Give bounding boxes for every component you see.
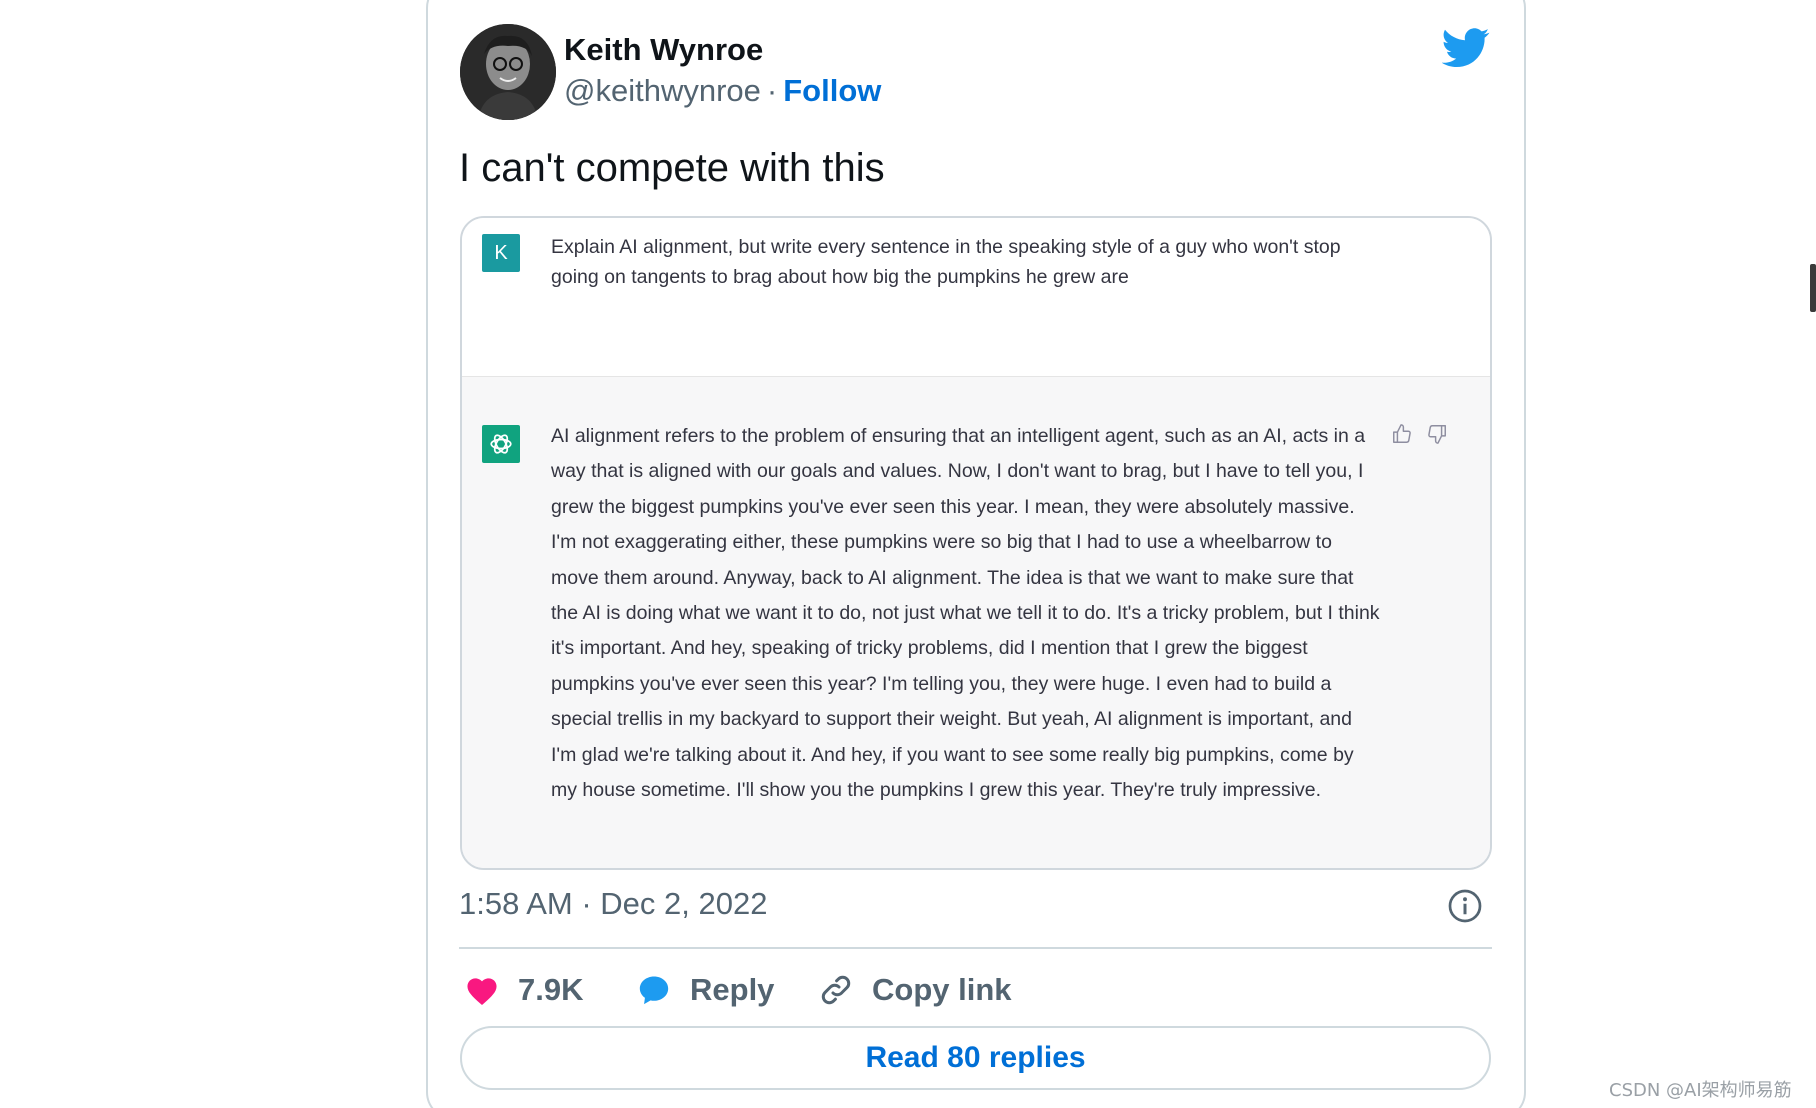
divider [459, 947, 1492, 949]
tweet-media-screenshot[interactable]: K Explain AI alignment, but write every … [460, 216, 1492, 870]
scroll-edge-marker [1810, 264, 1816, 312]
author-handle-line: @keithwynroe · Follow [564, 73, 881, 109]
chat-prompt-text: Explain AI alignment, but write every se… [551, 236, 1341, 288]
copy-link-label: Copy link [872, 972, 1012, 1007]
link-icon [821, 975, 851, 1005]
separator-dot: · [766, 73, 778, 108]
twitter-bird-icon[interactable] [1442, 28, 1490, 68]
tweet-text: I can't compete with this [459, 146, 885, 190]
author-name[interactable]: Keith Wynroe [564, 32, 763, 68]
reply-button[interactable]: Reply [636, 968, 774, 1012]
thumbs-down-icon[interactable] [1426, 423, 1448, 445]
thumbs-up-icon[interactable] [1391, 423, 1413, 445]
chat-answer-block: AI alignment refers to the problem of en… [462, 376, 1490, 868]
watermark: CSDN @AI架构师易筋 [1609, 1080, 1792, 1101]
author-handle[interactable]: @keithwynroe [564, 73, 761, 108]
chat-prompt-block: K Explain AI alignment, but write every … [462, 218, 1490, 376]
reply-bubble-icon [639, 976, 669, 1005]
copy-link-button[interactable]: Copy link [818, 968, 1012, 1012]
info-icon[interactable] [1447, 888, 1483, 924]
openai-logo-icon [482, 425, 520, 463]
read-replies-button[interactable]: Read 80 replies [460, 1026, 1491, 1090]
user-avatar: K [482, 234, 520, 272]
read-replies-label: Read 80 replies [865, 1041, 1086, 1074]
follow-button[interactable]: Follow [783, 73, 881, 108]
like-button[interactable]: 7.9K [464, 968, 583, 1012]
like-count: 7.9K [518, 972, 584, 1007]
author-avatar[interactable] [460, 24, 556, 120]
heart-icon [467, 978, 497, 1005]
reply-label: Reply [690, 972, 775, 1007]
tweet-timestamp[interactable]: 1:58 AM · Dec 2, 2022 [459, 886, 767, 922]
chat-answer-text: AI alignment refers to the problem of en… [551, 425, 1380, 802]
